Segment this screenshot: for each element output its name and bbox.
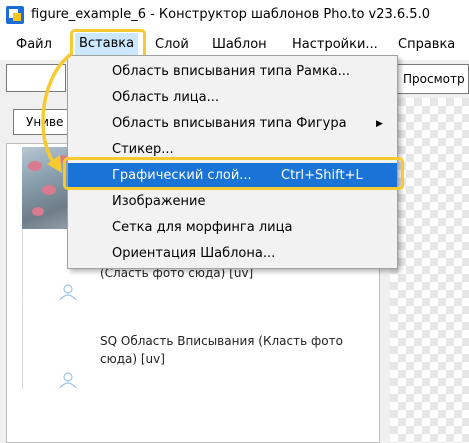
person-icon xyxy=(59,372,77,388)
dropdown-item-morph-grid[interactable]: Сетка для морфинга лица xyxy=(68,215,397,241)
preview-button[interactable]: Просмотр xyxy=(396,64,469,94)
menu-help[interactable]: Справка xyxy=(398,37,455,52)
person-icon xyxy=(59,284,77,300)
layer-item-label[interactable]: SQ Область Вписывания (Класть фото сюда)… xyxy=(100,332,370,368)
menu-file[interactable]: Файл xyxy=(16,37,52,52)
layer-thumbnail[interactable] xyxy=(22,304,91,389)
title-bar: figure_example_6 - Конструктор шаблонов … xyxy=(0,0,469,30)
dropdown-item-frame[interactable]: Область вписывания типа Рамка... xyxy=(68,59,397,85)
menu-template[interactable]: Шаблон xyxy=(212,37,267,52)
highlight-selected-item xyxy=(63,157,404,190)
window-title: figure_example_6 - Конструктор шаблонов … xyxy=(31,7,430,22)
dropdown-item-orientation[interactable]: Ориентация Шаблона... xyxy=(68,241,397,267)
menu-layer[interactable]: Слой xyxy=(155,37,189,52)
dropdown-item-image[interactable]: Изображение xyxy=(68,189,397,215)
dropdown-item-shape[interactable]: Область вписывания типа Фигура ▶ xyxy=(68,111,397,137)
menu-settings[interactable]: Настройки... xyxy=(292,37,378,52)
canvas-preview[interactable] xyxy=(390,98,469,443)
dropdown-item-face[interactable]: Область лица... xyxy=(68,85,397,111)
toolbar-field[interactable] xyxy=(6,64,66,92)
submenu-arrow-icon: ▶ xyxy=(376,119,383,129)
universal-button[interactable]: Униве xyxy=(13,109,73,135)
app-icon xyxy=(6,6,24,24)
